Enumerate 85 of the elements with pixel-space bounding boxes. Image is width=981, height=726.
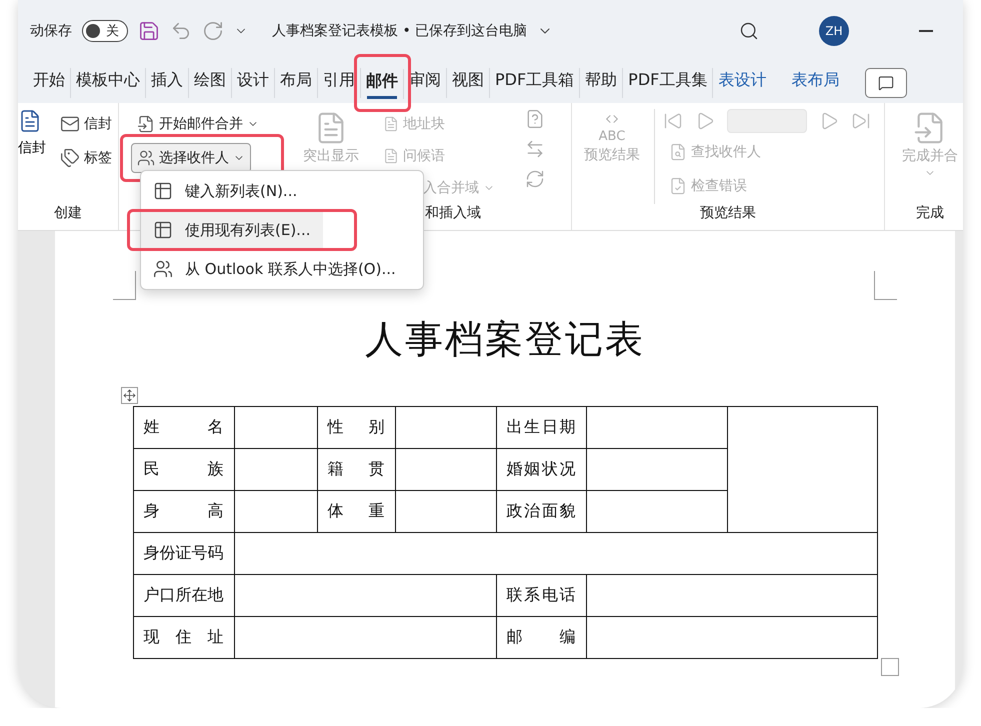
select-recipients-button[interactable]: 选择收件人 (131, 143, 251, 173)
table-cell[interactable] (586, 616, 877, 658)
ribbon-tab[interactable]: 开始 (28, 68, 71, 98)
ribbon-tab[interactable]: 模板中心 (71, 68, 146, 98)
update-labels-icon (525, 169, 545, 189)
document-title[interactable]: 人事档案登记表模板 • 已保存到这台电脑 (272, 22, 528, 40)
label-icon (60, 148, 80, 168)
label-cell: 现 住 址 (133, 616, 234, 658)
envelope-button[interactable]: 信封 (54, 109, 118, 139)
table-cell[interactable] (234, 574, 496, 616)
table-icon (153, 220, 173, 240)
last-record-icon (851, 111, 871, 131)
menu-item[interactable]: 从 Outlook 联系人中选择(O)... (141, 251, 423, 287)
autosave-toggle[interactable]: 关 (82, 20, 128, 42)
crop-mark (113, 271, 136, 300)
envelope-label[interactable]: 信封 (18, 139, 46, 157)
label-cell: 联系电话 (496, 574, 586, 616)
label-cell: 民 族 (133, 448, 234, 490)
autosave-label: 动保存 (30, 22, 72, 40)
group-label: 完成 (915, 204, 945, 223)
resize-handle[interactable] (881, 658, 899, 676)
label-cell: 政治面貌 (496, 490, 586, 532)
start-merge-button[interactable]: 开始邮件合并 (131, 109, 265, 139)
first-record-icon (663, 111, 683, 131)
ribbon-tab[interactable]: 设计 (232, 68, 275, 98)
match-fields-icon (525, 139, 545, 159)
document-mail-icon (137, 115, 155, 133)
table-cell[interactable] (234, 406, 317, 448)
move-icon (122, 389, 136, 402)
ribbon-tab[interactable]: PDF工具集 (623, 68, 714, 98)
crop-mark (874, 271, 897, 300)
search-icon (739, 21, 759, 41)
menu-item[interactable]: 使用现有列表(E)... (141, 212, 322, 248)
ribbon-tab[interactable]: 帮助 (580, 68, 624, 98)
recipients-icon (137, 149, 155, 167)
table-cell[interactable] (234, 532, 877, 574)
label-cell: 婚姻状况 (496, 448, 586, 490)
redo-icon (202, 20, 224, 42)
comments-button[interactable] (865, 68, 908, 98)
table-cell[interactable] (395, 490, 496, 532)
labels-button[interactable]: 标签 (54, 143, 118, 173)
ribbon-tab[interactable]: 布局 (275, 68, 318, 98)
table-cell[interactable] (234, 448, 317, 490)
record-field[interactable] (727, 109, 807, 133)
group-label: 预览结果 (699, 204, 757, 223)
table-cell[interactable] (727, 406, 877, 532)
label-cell: 姓 名 (133, 406, 234, 448)
ribbon-tab[interactable]: 邮件 (361, 68, 404, 98)
label-cell: 邮 编 (496, 616, 586, 658)
move-handle[interactable] (120, 387, 138, 404)
ribbon-tab[interactable]: 引用 (318, 68, 361, 98)
comment-icon (878, 74, 894, 90)
label-cell: 籍 贯 (317, 448, 395, 490)
label-cell: 出生日期 (496, 406, 586, 448)
table-cell[interactable] (586, 574, 877, 616)
group-label: 和插入域 (425, 204, 481, 223)
ribbon-tab[interactable]: 表布局 (786, 68, 846, 98)
table-cell[interactable] (234, 490, 317, 532)
label-cell: 性 别 (317, 406, 395, 448)
mail-icon (60, 114, 80, 134)
document-icon (383, 116, 399, 132)
table-cell[interactable] (234, 616, 496, 658)
ribbon-tab[interactable]: PDF工具箱 (490, 68, 580, 98)
group-label: 创建 (53, 204, 83, 223)
table-cell[interactable] (586, 406, 727, 448)
save-icon (138, 20, 160, 42)
contacts-icon (153, 259, 173, 279)
label-cell: 身 高 (133, 490, 234, 532)
ribbon-tab[interactable]: 绘图 (189, 68, 232, 98)
undo-icon (170, 20, 192, 42)
document-icon (383, 148, 399, 164)
find-icon (669, 143, 687, 161)
table-icon (153, 181, 173, 201)
rules-icon (525, 109, 545, 129)
label-cell: 体 重 (317, 490, 395, 532)
document-title: 人事档案登记表 (365, 318, 645, 363)
ribbon-tab[interactable]: 插入 (146, 68, 189, 98)
label-cell: 身份证号码 (133, 532, 234, 574)
check-document-icon (669, 177, 687, 195)
ribbon-tab[interactable]: 表设计 (713, 68, 772, 98)
label-cell: 户口所在地 (133, 574, 234, 616)
ribbon-tab[interactable]: 视图 (447, 68, 490, 98)
user-avatar[interactable]: ZH (819, 16, 849, 46)
table-cell[interactable] (395, 448, 496, 490)
table-cell[interactable] (395, 406, 496, 448)
